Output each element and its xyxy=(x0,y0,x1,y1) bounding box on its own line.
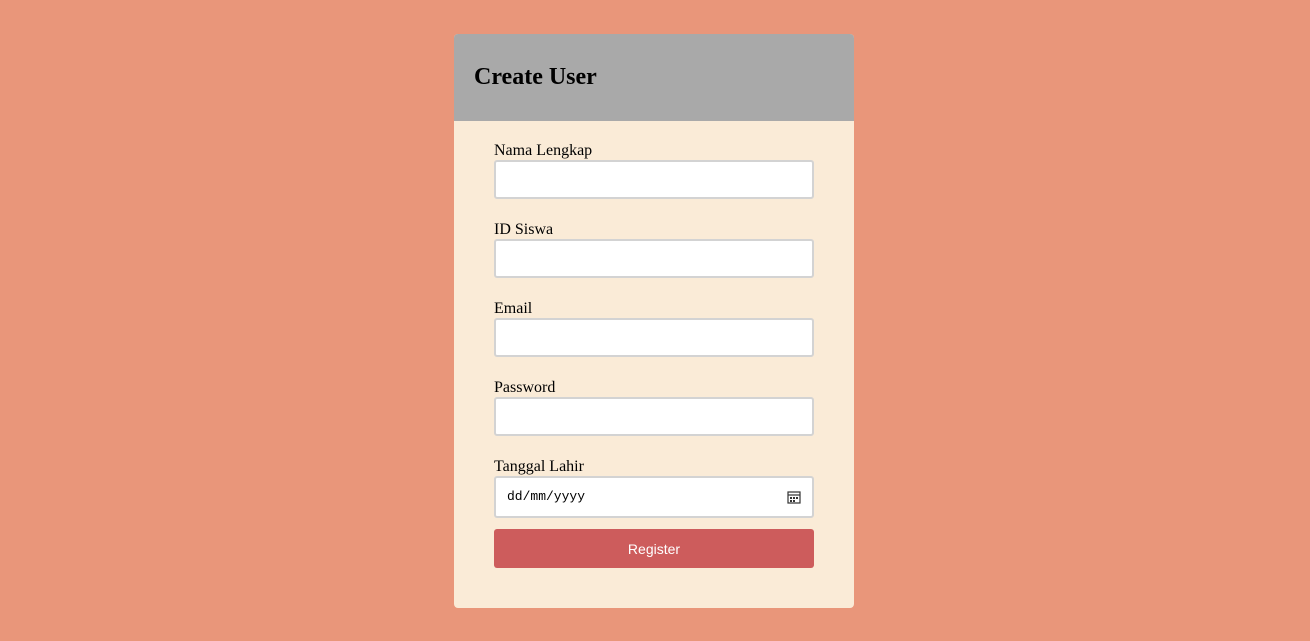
email-label: Email xyxy=(494,300,533,317)
create-user-form: Nama Lengkap ID Siswa Email Password Tan… xyxy=(494,139,814,568)
email-input[interactable] xyxy=(494,318,814,357)
tanggal-lahir-label: Tanggal Lahir xyxy=(494,458,584,475)
id-siswa-input[interactable] xyxy=(494,239,814,278)
page-title: Create User xyxy=(474,64,597,90)
register-button[interactable]: Register xyxy=(494,529,814,568)
password-label: Password xyxy=(494,379,556,396)
nama-lengkap-label: Nama Lengkap xyxy=(494,142,593,159)
create-user-card: Create User Nama Lengkap ID Siswa Email … xyxy=(454,34,854,608)
id-siswa-label: ID Siswa xyxy=(494,221,554,238)
tanggal-lahir-input[interactable]: dd/mm/yyyy xyxy=(494,476,814,518)
field-password: Password xyxy=(494,378,814,455)
field-id-siswa: ID Siswa xyxy=(494,220,814,297)
date-placeholder: dd/mm/yyyy xyxy=(507,489,586,504)
password-input[interactable] xyxy=(494,397,814,436)
field-email: Email xyxy=(494,299,814,376)
field-nama-lengkap: Nama Lengkap xyxy=(494,141,814,218)
card-header: Create User xyxy=(454,34,854,121)
nama-lengkap-input[interactable] xyxy=(494,160,814,199)
calendar-icon[interactable] xyxy=(787,490,801,504)
field-tanggal-lahir: Tanggal Lahir dd/mm/yyyy xyxy=(494,457,814,534)
